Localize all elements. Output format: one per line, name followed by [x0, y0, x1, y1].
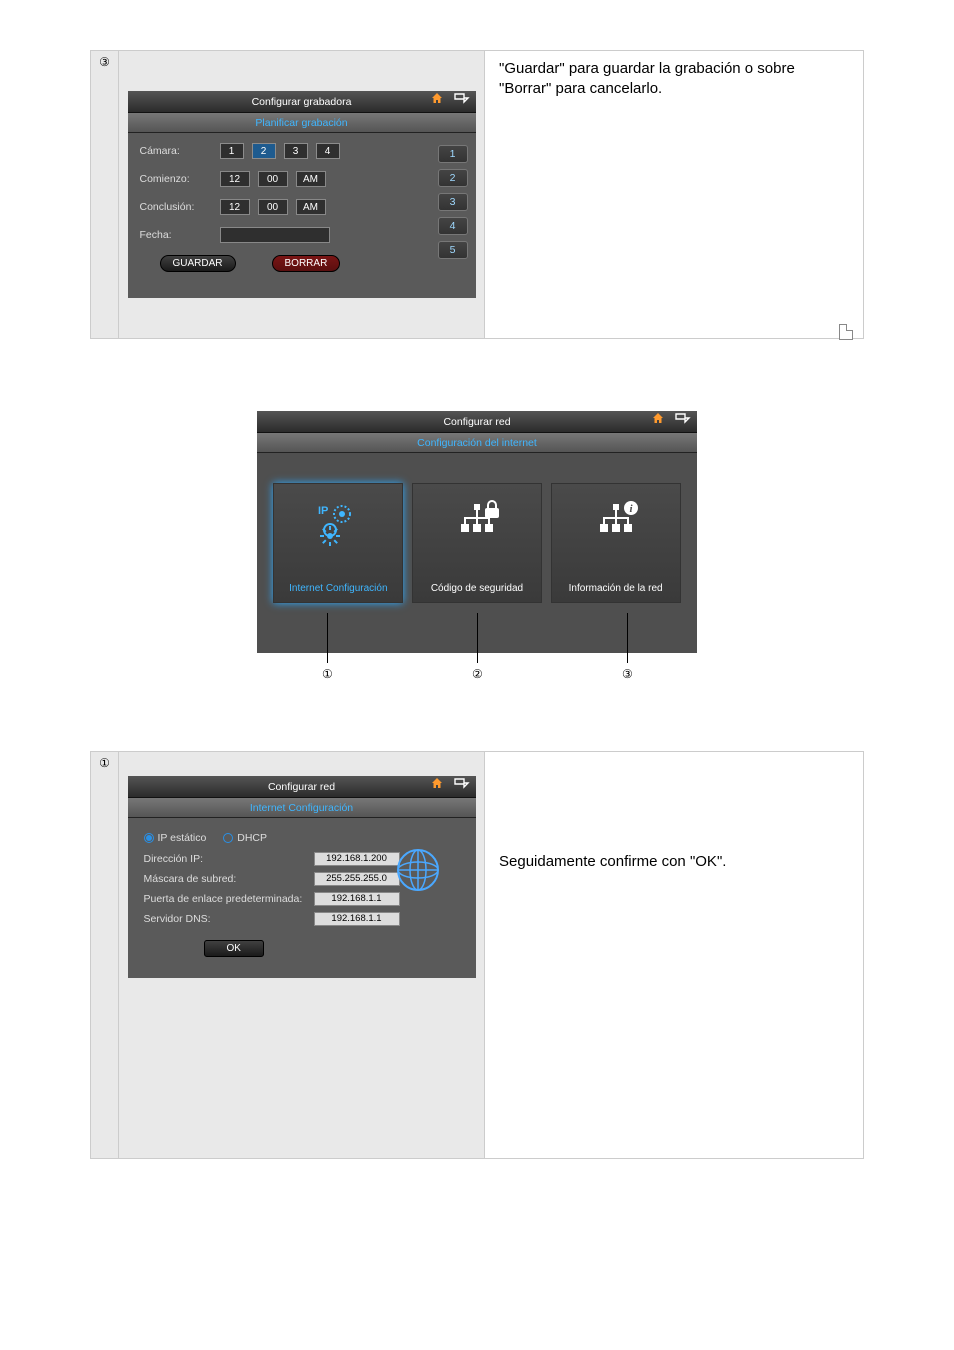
callout-2: ②: [472, 667, 483, 681]
gw-value[interactable]: 192.168.1.1: [314, 892, 400, 906]
step-number: ③: [91, 51, 119, 339]
camera-btn-1[interactable]: 1: [220, 143, 244, 159]
section-netconf: ① Configurar red Internet Configuración: [90, 751, 864, 1159]
slot-list: 1 2 3 4 5: [438, 145, 468, 259]
dns-value[interactable]: 192.168.1.1: [314, 912, 400, 926]
back-icon[interactable]: [454, 776, 470, 790]
save-button[interactable]: GUARDAR: [160, 255, 236, 272]
start-hour[interactable]: 12: [220, 171, 250, 187]
description-text: "Guardar" para guardar la grabación o so…: [499, 60, 795, 97]
home-icon[interactable]: [430, 91, 444, 105]
netconf-panel: Configurar red Internet Configuración: [128, 776, 476, 978]
panel-subtitlebar: Internet Configuración: [128, 798, 476, 818]
description-cell: Seguidamente confirme con "OK".: [485, 752, 864, 1159]
callout-3: ③: [622, 667, 633, 681]
recorder-panel: Configurar grabadora Planificar grabació…: [128, 91, 476, 298]
home-icon[interactable]: [430, 776, 444, 790]
ok-button[interactable]: OK: [204, 940, 264, 957]
tile-label: Código de seguridad: [413, 583, 541, 594]
tile-network-info[interactable]: i Información de la red: [551, 483, 681, 603]
panel-title: Configurar red: [443, 416, 510, 428]
delete-button[interactable]: BORRAR: [272, 255, 341, 272]
panel-titlebar: Configurar red: [128, 776, 476, 798]
date-field[interactable]: [220, 227, 330, 243]
radio-dot-on: [144, 833, 154, 843]
panel-subtitlebar: Planificar grabación: [128, 113, 476, 133]
start-ampm[interactable]: AM: [296, 171, 326, 187]
back-icon[interactable]: [454, 91, 470, 105]
step-number: ①: [91, 752, 119, 1159]
svg-text:IP: IP: [318, 505, 328, 517]
tile-internet-config[interactable]: IP Internet Configuración: [273, 483, 403, 603]
radio-dhcp[interactable]: DHCP: [223, 832, 267, 844]
start-min[interactable]: 00: [258, 171, 288, 187]
description-cell: "Guardar" para guardar la grabación o so…: [485, 51, 864, 339]
description-text: Seguidamente confirme con "OK".: [499, 853, 726, 870]
gw-label: Puerta de enlace predeterminada:: [144, 893, 314, 905]
end-label: Conclusión:: [140, 201, 212, 213]
slot-5[interactable]: 5: [438, 241, 468, 259]
date-label: Fecha:: [140, 229, 212, 241]
panel-titlebar: Configurar grabadora: [128, 91, 476, 113]
slot-3[interactable]: 3: [438, 193, 468, 211]
panel-title: Configurar grabadora: [252, 96, 352, 108]
panel-subtitlebar: Configuración del internet: [257, 433, 697, 453]
panel-title: Configurar red: [268, 781, 335, 793]
back-icon[interactable]: [675, 411, 691, 425]
start-label: Comienzo:: [140, 173, 212, 185]
camera-label: Cámara:: [140, 145, 212, 157]
slot-1[interactable]: 1: [438, 145, 468, 163]
screenshot-cell: Configurar grabadora Planificar grabació…: [119, 51, 485, 339]
screenshot-cell: Configurar red Internet Configuración: [119, 752, 485, 1159]
camera-btn-3[interactable]: 3: [284, 143, 308, 159]
mask-label: Máscara de subred:: [144, 873, 314, 885]
globe-icon: [396, 848, 440, 892]
dns-label: Servidor DNS:: [144, 913, 314, 925]
callout-row: ① ② ③: [257, 661, 697, 721]
radio-static-label: IP estático: [158, 832, 207, 844]
radio-dot-off: [223, 833, 233, 843]
mask-value[interactable]: 255.255.255.0: [314, 872, 400, 886]
tile-security-code[interactable]: Código de seguridad: [412, 483, 542, 603]
end-ampm[interactable]: AM: [296, 199, 326, 215]
end-min[interactable]: 00: [258, 199, 288, 215]
radio-dhcp-label: DHCP: [237, 832, 267, 844]
radio-static[interactable]: IP estático: [144, 832, 207, 844]
section-recorder: ③ Configurar grabadora Planificar grabac…: [90, 50, 864, 339]
slot-4[interactable]: 4: [438, 217, 468, 235]
ip-value[interactable]: 192.168.1.200: [314, 852, 400, 866]
end-hour[interactable]: 12: [220, 199, 250, 215]
home-icon[interactable]: [651, 411, 665, 425]
tile-label: Internet Configuración: [274, 583, 402, 594]
camera-btn-2[interactable]: 2: [252, 143, 276, 159]
slot-2[interactable]: 2: [438, 169, 468, 187]
document-icon: [839, 324, 853, 340]
camera-btn-4[interactable]: 4: [316, 143, 340, 159]
panel-titlebar: Configurar red: [257, 411, 697, 433]
ip-label: Dirección IP:: [144, 853, 314, 865]
callout-1: ①: [322, 667, 333, 681]
tile-label: Información de la red: [552, 583, 680, 594]
